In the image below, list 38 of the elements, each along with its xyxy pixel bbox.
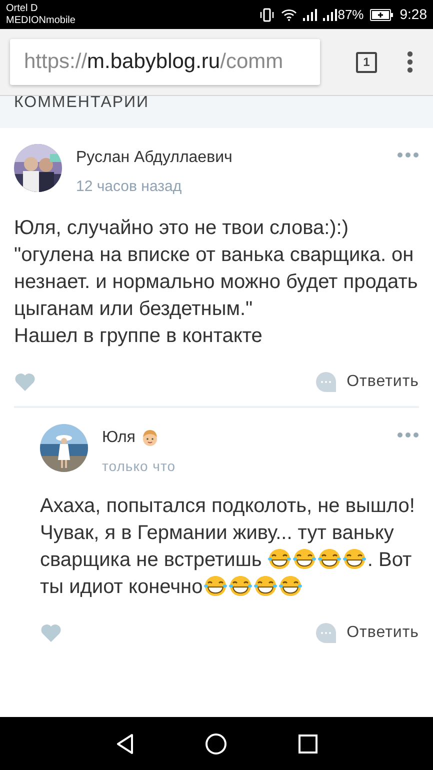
home-icon[interactable] [205,732,228,754]
vibrate-icon [258,8,275,22]
comment-time: 12 часов назад [76,177,183,197]
battery-charging-icon [370,8,394,20]
battery-percent: 87% [338,6,364,24]
laughing-face-icon [202,574,228,596]
address-bar[interactable]: https://m.babyblog.ru/comm [10,39,320,85]
comment-time: только что [102,456,176,476]
author-name[interactable]: Юля [102,426,136,450]
operator-name: MEDIONmobile [6,14,76,26]
comment-bubble-icon [314,370,337,392]
back-icon[interactable] [115,732,136,754]
section-title: КОММЕНТАРИИ [14,96,150,110]
author-name[interactable]: Руслан Абдуллаевич [76,146,232,170]
signal-icon [322,8,337,20]
comment-text: Ахаха, попытался подколоть, не вышло! Чувак, я в Германии живу... тут ваньку сварщика не встретишь . Вот ты идиот конечно [40,494,416,600]
boy-face-icon [141,428,160,446]
reply-button[interactable]: Ответить [314,370,419,394]
recents-icon[interactable] [298,734,318,754]
laughing-face-icon [292,548,318,570]
clock-time: 9:28 [400,5,427,24]
tab-count-button[interactable]: 1 [356,52,377,72]
url-path: /comm [220,49,284,76]
laughing-face-icon [278,574,303,596]
laughing-face-icon [342,548,368,570]
laughing-face-icon [267,548,292,570]
laughing-face-icon [252,574,278,596]
carrier-name: Ortel D [6,2,39,14]
laughing-face-icon [317,548,342,570]
comment-bubble-icon [314,622,337,644]
comment-text: Юля, случайно это не твои слова:):) "огулена на вписке от ванька сварщика. он незнает. и нормально можно будет продать цыганам или бездетным." Нашел в группе в контакте [14,216,419,348]
url-host: m.babyblog.ru [87,49,220,76]
laughing-face-icon [228,574,253,596]
url-scheme: https:// [24,49,88,76]
wifi-icon [280,8,297,21]
signal-icon [302,8,317,20]
menu-icon[interactable] [407,51,413,73]
reply-button[interactable]: Ответить [314,620,419,644]
